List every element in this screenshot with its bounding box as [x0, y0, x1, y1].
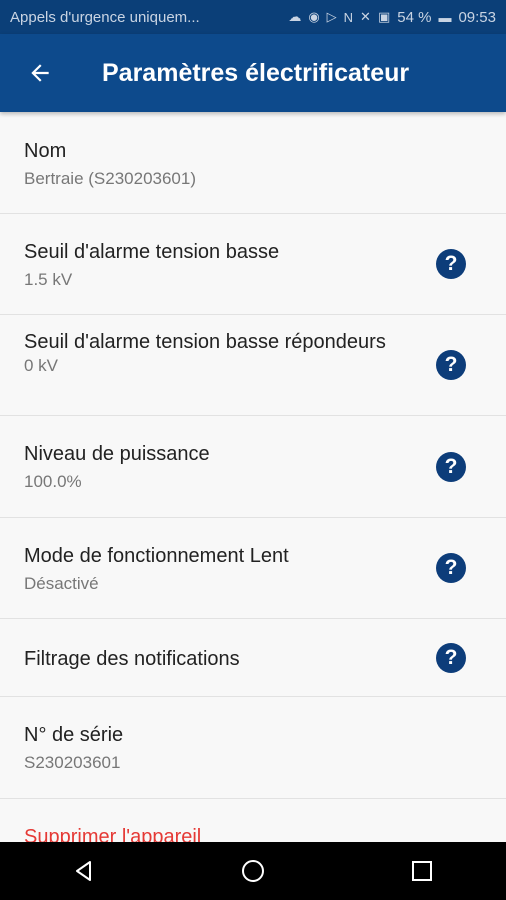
setting-label: N° de série: [24, 724, 124, 746]
arrow-back-icon: [31, 64, 49, 82]
home-nav-icon: [241, 860, 264, 882]
status-bar: Appels d'urgence uniquem... ☁ ◉ ▷ N ✕ ▣ …: [0, 0, 506, 34]
setting-row-slow-mode[interactable]: Mode de fonctionnement Lent Désactivé ?: [0, 518, 506, 619]
setting-label: Niveau de puissance: [24, 443, 210, 465]
setting-row-low-voltage[interactable]: Seuil d'alarme tension basse 1.5 kV ?: [0, 214, 506, 315]
battery-saver-icon: ▣: [377, 9, 391, 24]
mute-icon: ✕: [360, 9, 371, 24]
setting-value: Bertraie (S230203601): [24, 169, 197, 188]
nfc-icon: N: [343, 9, 354, 25]
nav-home-button[interactable]: [223, 842, 283, 900]
setting-row-power-level[interactable]: Niveau de puissance 100.0% ?: [0, 416, 506, 518]
help-icon[interactable]: ?: [436, 350, 466, 380]
setting-value: Désactivé: [24, 574, 99, 593]
app-bar: Paramètres électrificateur: [0, 34, 506, 112]
setting-label: Mode de fonctionnement Lent: [24, 545, 289, 567]
play-icon: ▷: [326, 9, 337, 24]
battery-percent: 54 %: [397, 8, 432, 26]
setting-value: 100.0%: [24, 472, 82, 491]
help-icon[interactable]: ?: [436, 553, 466, 583]
settings-list: Nom Bertraie (S230203601) Seuil d'alarme…: [0, 112, 506, 799]
setting-row-serial[interactable]: N° de série S230203601: [0, 697, 506, 799]
help-icon[interactable]: ?: [436, 249, 466, 279]
sync-icon: ◉: [308, 9, 320, 24]
setting-value: 0 kV: [24, 356, 59, 375]
setting-row-name[interactable]: Nom Bertraie (S230203601): [0, 112, 506, 214]
nav-recents-button[interactable]: [392, 842, 452, 900]
system-nav-bar: [0, 842, 506, 900]
help-icon[interactable]: ?: [436, 451, 466, 482]
status-icons: ☁ ◉ ▷ N ✕ ▣ 54 % ▬ 09:53: [288, 9, 496, 26]
setting-value: 1.5 kV: [24, 270, 73, 289]
setting-label: Seuil d'alarme tension basse: [24, 241, 280, 263]
clock: 09:53: [458, 8, 496, 26]
setting-value: S230203601: [24, 753, 121, 772]
setting-row-notification-filter[interactable]: Filtrage des notifications ?: [0, 619, 506, 697]
cloud-icon: ☁: [288, 9, 302, 24]
nav-back-button[interactable]: [54, 842, 114, 900]
setting-label: Nom: [24, 140, 67, 162]
setting-label: Filtrage des notifications: [24, 648, 240, 670]
carrier-text: Appels d'urgence uniquem...: [10, 8, 200, 26]
setting-row-low-voltage-responders[interactable]: Seuil d'alarme tension basse répondeurs …: [0, 315, 506, 416]
recents-nav-icon: [411, 861, 432, 881]
help-icon[interactable]: ?: [436, 642, 466, 673]
back-nav-icon: [76, 861, 92, 881]
setting-label: Seuil d'alarme tension basse répondeurs: [24, 331, 386, 353]
page-title: Paramètres électrificateur: [102, 58, 410, 87]
battery-icon: ▬: [438, 9, 452, 25]
back-button[interactable]: [0, 34, 80, 112]
